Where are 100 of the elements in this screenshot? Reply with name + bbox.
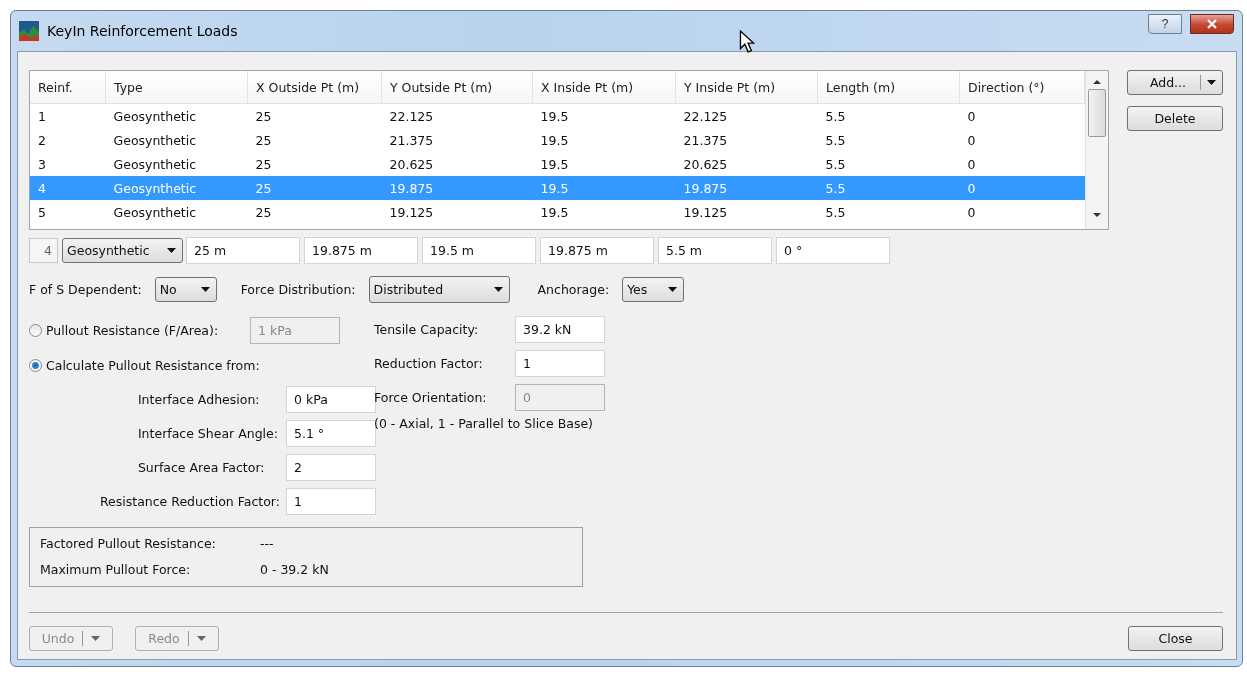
field-label: Anchorage: xyxy=(537,282,610,297)
table-cell: 20.625 xyxy=(675,152,818,176)
table-cell: 19.5 xyxy=(532,200,676,224)
field-label: Force Orientation: xyxy=(374,390,488,405)
table-cell: 5.5 xyxy=(817,103,960,128)
table-cell: 19.5 xyxy=(532,176,676,200)
table-cell: 20.625 xyxy=(381,152,533,176)
table-cell: Geosynthetic xyxy=(105,176,248,200)
dropdown[interactable]: Yes xyxy=(622,277,685,302)
app-icon xyxy=(19,21,39,41)
table-cell: 19.5 xyxy=(532,152,676,176)
table-cell: 25 xyxy=(247,200,382,224)
column-header[interactable]: Reinf. xyxy=(30,71,106,104)
table-cell: 1 xyxy=(30,103,106,128)
table-cell: 19.875 xyxy=(675,176,818,200)
dropdown[interactable]: No xyxy=(154,277,217,302)
table-cell: 4 xyxy=(30,176,106,200)
input-field[interactable]: 0 kPa xyxy=(286,386,376,413)
input-field[interactable]: 19.875 m xyxy=(540,237,654,264)
input-field[interactable]: 0 ° xyxy=(776,237,890,264)
input-field[interactable]: 19.875 m xyxy=(304,237,418,264)
column-header[interactable]: X Inside Pt (m) xyxy=(532,71,676,104)
result-value: --- xyxy=(260,536,275,551)
field-label: Force Distribution: xyxy=(240,282,356,297)
input-field[interactable]: 5.5 m xyxy=(658,237,772,264)
row-index-field: 4 xyxy=(29,238,58,263)
table-cell: 22.125 xyxy=(675,103,818,128)
scroll-thumb[interactable] xyxy=(1088,89,1106,137)
field-label: Reduction Factor: xyxy=(374,356,484,371)
caret-icon xyxy=(91,636,101,641)
table-cell: 5.5 xyxy=(817,176,960,200)
type-dropdown[interactable]: Geosynthetic xyxy=(62,238,183,263)
input-field[interactable]: 19.5 m xyxy=(422,237,536,264)
help-button[interactable]: ? xyxy=(1148,14,1182,34)
table-cell: 0 xyxy=(959,103,1085,128)
close-button[interactable]: Close xyxy=(1128,626,1223,651)
scroll-up-icon[interactable] xyxy=(1093,80,1101,84)
table-cell: 19.125 xyxy=(381,200,533,224)
caret-icon xyxy=(1207,80,1216,85)
table-cell: 25 xyxy=(247,152,382,176)
scroll-down-icon[interactable] xyxy=(1093,213,1101,217)
field-label: Interface Shear Angle: xyxy=(136,426,278,441)
column-header[interactable]: Type xyxy=(105,71,248,104)
table-cell: 19.875 xyxy=(381,176,533,200)
table-row[interactable]: 5 Geosynthetic 25 19.125 19.5 19.125 5.5 0 xyxy=(30,200,1085,224)
input-field[interactable]: 1 xyxy=(286,488,376,515)
input-field[interactable]: 2 xyxy=(286,454,376,481)
table-row[interactable]: 2 Geosynthetic 25 21.375 19.5 21.375 5.5 0 xyxy=(30,128,1085,152)
result-label: Maximum Pullout Force: xyxy=(40,562,192,577)
mouse-cursor-icon xyxy=(739,30,755,54)
field-label: Tensile Capacity: xyxy=(374,322,480,337)
table-cell: Geosynthetic xyxy=(105,152,248,176)
caret-icon xyxy=(493,287,503,292)
table-cell: Geosynthetic xyxy=(105,200,248,224)
caret-icon xyxy=(668,287,678,292)
column-header[interactable]: Y Outside Pt (m) xyxy=(381,71,533,104)
table-cell: 19.125 xyxy=(675,200,818,224)
table-cell-text: 2 xyxy=(37,131,47,150)
add-button[interactable]: Add... xyxy=(1127,70,1223,95)
table-cell-text: Geosynthetic xyxy=(112,131,198,150)
dropdown[interactable]: Distributed xyxy=(368,276,510,303)
radio-button[interactable] xyxy=(29,358,42,372)
table-cell-text: 21.375 xyxy=(388,131,435,150)
column-header[interactable]: Length (m) xyxy=(817,71,960,104)
window-title: KeyIn Reinforcement Loads xyxy=(47,23,238,39)
delete-button[interactable]: Delete xyxy=(1127,106,1223,131)
table-cell: 3 xyxy=(30,152,106,176)
result-label: Factored Pullout Resistance: xyxy=(40,536,217,551)
caret-icon xyxy=(200,287,210,292)
close-icon xyxy=(1207,19,1217,29)
column-header[interactable]: Y Inside Pt (m) xyxy=(675,71,818,104)
table-cell: Geosynthetic xyxy=(105,103,248,128)
table-row[interactable]: 1 Geosynthetic 25 22.125 19.5 22.125 5.5 0 xyxy=(30,103,1085,128)
table-cell: 5 xyxy=(30,200,106,224)
input-field[interactable]: 1 xyxy=(515,350,605,377)
table-cell: 0 xyxy=(959,200,1085,224)
table-cell: 0 xyxy=(959,176,1085,200)
table-cell: 19.5 xyxy=(532,103,676,128)
field-label: F of S Dependent: xyxy=(29,282,142,297)
table-cell: 5.5 xyxy=(817,200,960,224)
note-text: (0 - Axial, 1 - Parallel to Slice Base) xyxy=(374,416,594,431)
input-field[interactable]: 5.1 ° xyxy=(286,420,376,447)
input-field[interactable]: 25 m xyxy=(186,237,300,264)
column-header[interactable]: X Outside Pt (m) xyxy=(247,71,382,104)
table-cell: 0 xyxy=(959,152,1085,176)
table-cell: 22.125 xyxy=(381,103,533,128)
table-cell-text: 21.375 xyxy=(682,131,729,150)
table-cell: 5.5 xyxy=(817,152,960,176)
input-field[interactable]: 39.2 kN xyxy=(515,316,605,343)
table-cell: 25 xyxy=(247,176,382,200)
close-button[interactable] xyxy=(1190,14,1234,34)
table-cell-text: 0 xyxy=(966,131,977,150)
column-header[interactable]: Direction (°) xyxy=(959,71,1085,104)
radio-label[interactable]: Calculate Pullout Resistance from: xyxy=(46,357,260,373)
table-row[interactable]: 3 Geosynthetic 25 20.625 19.5 20.625 5.5 0 xyxy=(30,152,1085,176)
field-label: Interface Adhesion: xyxy=(136,392,260,407)
result-value: 0 - 39.2 kN xyxy=(260,562,330,577)
table-cell: 25 xyxy=(247,103,382,128)
scrollbar[interactable] xyxy=(1085,71,1108,229)
table-cell-text: 5.5 xyxy=(824,131,847,150)
